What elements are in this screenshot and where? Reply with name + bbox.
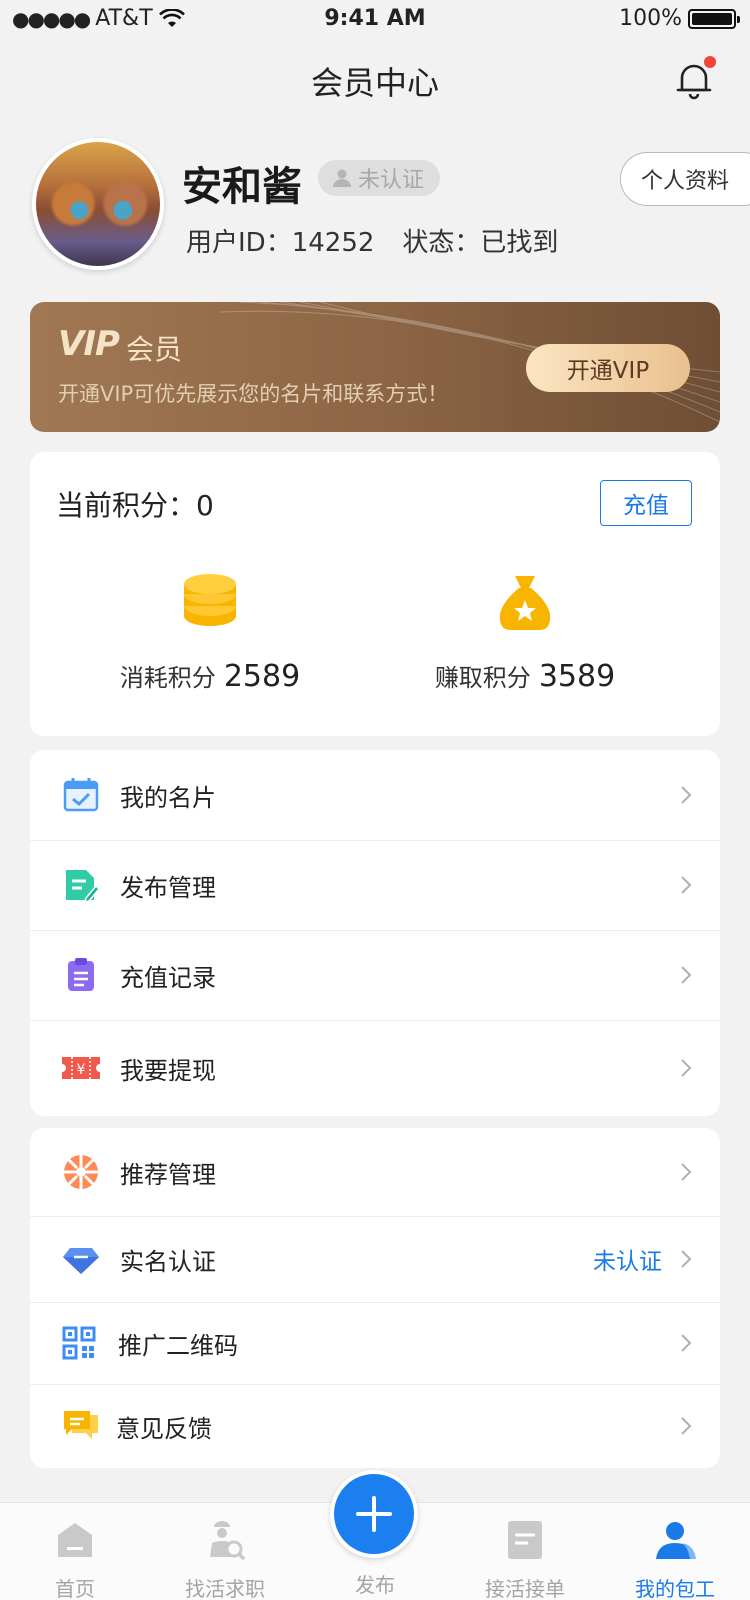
worker-search-icon [210,1521,246,1561]
notification-bell-icon[interactable] [672,56,716,102]
user-icon [333,169,351,187]
diamond-icon [63,1248,99,1274]
recharge-button[interactable]: 充值 [600,480,692,526]
svg-text:¥: ¥ [77,1062,86,1078]
open-vip-button[interactable]: 开通VIP [526,344,690,392]
spent-points-label: 消耗积分 [119,664,216,692]
money-bag-icon [499,576,551,630]
menu-item-withdraw[interactable]: ¥ 我要提现 [30,1020,720,1116]
chevron-right-icon [681,786,692,804]
tab-label: 找活求职 [185,1577,265,1600]
notification-dot [704,56,716,68]
menu-label: 推广二维码 [118,1331,238,1360]
home-icon [58,1523,92,1557]
avatar[interactable] [32,138,164,270]
menu-label: 我的名片 [120,783,216,812]
chevron-right-icon [681,1334,692,1352]
spent-points[interactable]: 消耗积分 2589 [60,572,360,694]
chevron-right-icon [681,1417,692,1435]
vip-title: 会员 [126,333,183,366]
clipboard-icon [68,958,94,991]
user-name: 安和酱 [182,164,302,210]
menu-label: 实名认证 [120,1247,216,1276]
chevron-right-icon [681,1250,692,1268]
battery-percent: 100% [619,6,682,31]
menu-label: 推荐管理 [120,1160,216,1189]
document-edit-icon [66,870,100,904]
tab-label: 首页 [55,1577,95,1600]
menu-label: 发布管理 [120,873,216,902]
verify-status-badge: 未认证 [318,160,441,196]
menu-item-business-card[interactable]: 我的名片 [30,750,720,840]
menu-item-recharge-records[interactable]: 充值记录 [30,930,720,1020]
points-title: 当前积分：0 [56,489,214,522]
tab-label: 发布 [355,1573,395,1597]
tab-find-jobs[interactable]: 找活求职 [150,1503,300,1600]
vip-banner[interactable]: VIP 会员 开通VIP可优先展示您的名片和联系方式！ 开通VIP [30,302,720,432]
chat-bubble-icon [64,1411,98,1439]
business-card-icon [63,778,99,812]
order-doc-icon [508,1521,542,1559]
user-id: 用户ID：14252 [186,228,375,258]
chevron-right-icon [681,876,692,894]
tab-my-profile[interactable]: 我的包工 [600,1503,750,1600]
menu-item-promo-qr-code[interactable]: 推广二维码 [30,1302,720,1384]
tab-home[interactable]: 首页 [0,1503,150,1600]
battery-icon [688,8,740,29]
coin-stack-icon [184,574,236,626]
menu-item-referral-management[interactable]: 推荐管理 [30,1128,720,1216]
person-icon [656,1522,696,1559]
earned-points-label: 赚取积分 [434,664,531,692]
vip-description: 开通VIP可优先展示您的名片和联系方式！ [58,382,449,406]
chevron-right-icon [681,1059,692,1077]
menu-item-publish-management[interactable]: 发布管理 [30,840,720,930]
menu-group-2: 推荐管理 实名认证 未认证 推广二维码 意见反馈 [30,1128,720,1468]
qr-code-icon [62,1326,96,1360]
verification-status: 未认证 [593,1249,662,1275]
earned-points[interactable]: 赚取积分 3589 [375,572,675,694]
wheel-icon [64,1155,98,1189]
user-status: 状态：已找到 [402,228,559,258]
chevron-right-icon [681,966,692,984]
tab-label: 接活接单 [485,1577,565,1600]
publish-fab-button[interactable] [330,1470,418,1558]
page-title: 会员中心 [310,64,439,102]
profile-button[interactable]: 个人资料 [620,152,750,206]
tab-label: 我的包工 [635,1577,715,1600]
vip-logo: VIP [58,324,120,364]
menu-label: 充值记录 [120,963,216,992]
menu-item-feedback[interactable]: 意见反馈 [30,1384,720,1468]
menu-label: 意见反馈 [116,1414,212,1443]
menu-item-real-name-verification[interactable]: 实名认证 未认证 [30,1216,720,1302]
spent-points-value: 2589 [223,659,301,694]
menu-label: 我要提现 [120,1056,216,1085]
tab-take-orders[interactable]: 接活接单 [450,1503,600,1600]
user-info: 用户ID：14252 状态：已找到 [186,222,558,259]
status-bar: ●●●●● AT&T 9:41 AM 100% [0,0,750,40]
earned-points-value: 3589 [538,659,616,694]
plus-icon [356,1496,392,1532]
points-card: 当前积分：0 充值 消耗积分 2589 赚取积分 3589 [30,452,720,736]
verify-status-label: 未认证 [358,168,425,193]
menu-group-1: 我的名片 发布管理 充值记录 ¥ 我要提现 [30,750,720,1116]
ticket-yen-icon: ¥ [62,1057,100,1079]
chevron-right-icon [681,1163,692,1181]
